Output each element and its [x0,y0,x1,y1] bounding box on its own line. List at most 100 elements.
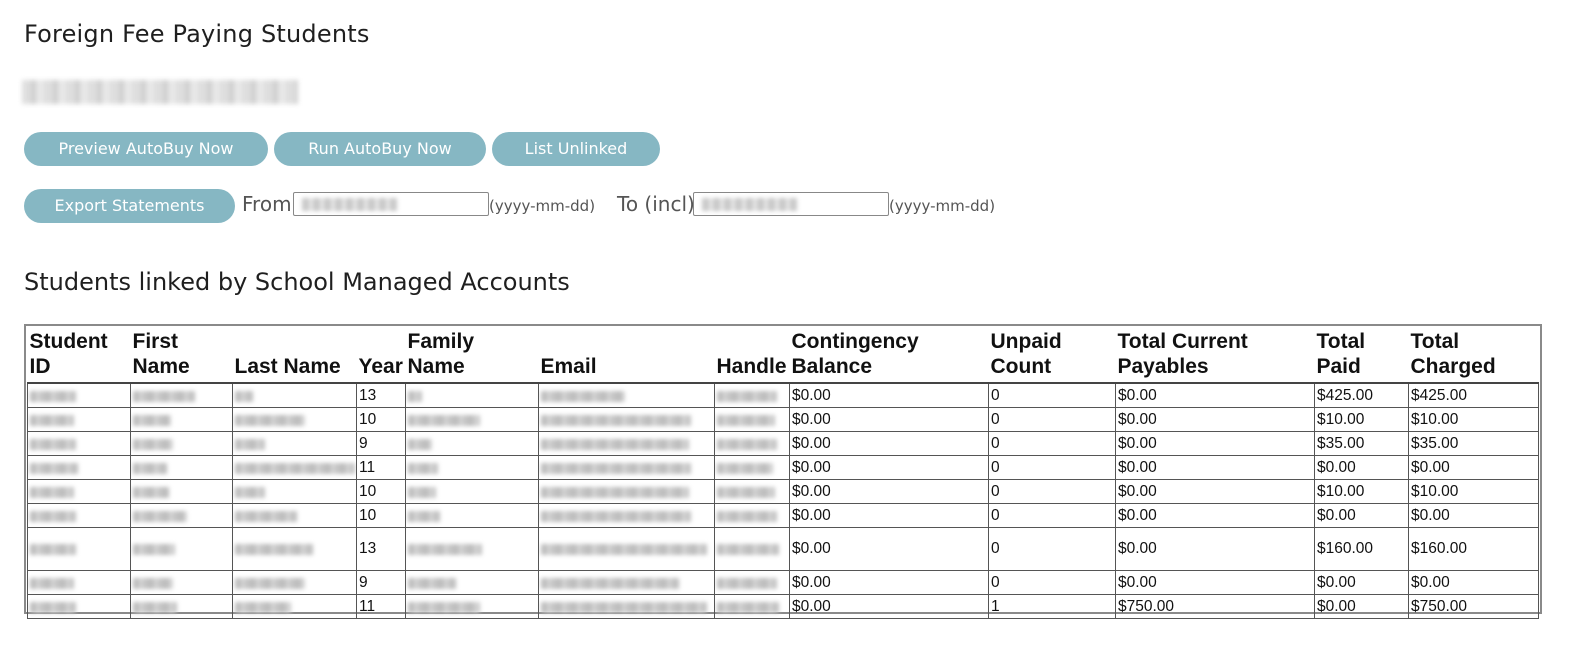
cell-first-name-redacted [130,570,233,595]
cell-total-current-payables: $750.00 [1115,594,1315,619]
header-year: Year [356,327,406,384]
cell-year: 11 [356,594,406,619]
redacted-text [235,486,265,498]
cell-email-redacted [538,594,715,619]
cell-handle-redacted [714,479,790,504]
cell-first-name-redacted [130,382,233,408]
redacted-text [541,486,689,498]
redacted-text [133,577,173,589]
cell-total-current-payables: $0.00 [1115,455,1315,480]
cell-unpaid-count: 0 [988,431,1116,456]
redacted-text [133,510,187,522]
redacted-text [717,601,779,613]
cell-family-name-redacted [405,503,539,528]
from-date-input[interactable] [294,193,488,215]
cell-year: 11 [356,455,406,480]
preview-autobuy-button[interactable]: Preview AutoBuy Now [24,132,268,166]
cell-year: 13 [356,382,406,408]
cell-year: 10 [356,503,406,528]
cell-contingency-balance: $0.00 [789,407,989,432]
redacted-text [30,601,76,613]
cell-unpaid-count: 1 [988,594,1116,619]
redacted-text [133,438,173,450]
cell-year: 13 [356,527,406,571]
redacted-text [30,462,78,474]
cell-handle-redacted [714,570,790,595]
cell-last-name-redacted [232,527,357,571]
cell-first-name-redacted [130,479,233,504]
school-name-redacted [22,80,298,104]
redacted-text [235,438,265,450]
table-row: 10 $0.00 0 $0.00 $0.00 $0.00 [27,503,1539,528]
header-student-id: Student ID [27,327,131,384]
table-header-row: Student ID First Name Last Name Year Family … [27,327,1539,384]
redacted-text [235,601,291,613]
export-statements-button[interactable]: Export Statements [24,189,235,223]
redacted-text [408,438,432,450]
cell-last-name-redacted [232,382,357,408]
cell-total-paid: $0.00 [1314,503,1409,528]
redacted-text [408,462,438,474]
cell-year: 10 [356,407,406,432]
redacted-text [408,390,422,402]
cell-unpaid-count: 0 [988,503,1116,528]
redacted-text [541,414,691,426]
header-family-name: Family Name [405,327,539,384]
redacted-text [30,438,76,450]
redacted-text [235,414,305,426]
redacted-text [717,510,777,522]
run-autobuy-button[interactable]: Run AutoBuy Now [274,132,486,166]
redacted-text [235,510,297,522]
cell-family-name-redacted [405,455,539,480]
table-row: 10 $0.00 0 $0.00 $10.00 $10.00 [27,407,1539,432]
cell-last-name-redacted [232,455,357,480]
redacted-text [541,543,707,555]
header-total-charged: Total Charged [1408,327,1539,384]
cell-total-current-payables: $0.00 [1115,527,1315,571]
redacted-text [133,486,169,498]
cell-unpaid-count: 0 [988,479,1116,504]
to-date-format-hint: (yyyy-mm-dd) [889,197,996,215]
header-handle: Handle [714,327,790,384]
redacted-text [235,543,313,555]
to-date-field[interactable] [693,192,889,216]
redacted-text [408,486,436,498]
cell-first-name-redacted [130,455,233,480]
cell-year: 9 [356,570,406,595]
cell-total-current-payables: $0.00 [1115,570,1315,595]
redacted-text [717,438,777,450]
to-date-input[interactable] [694,193,888,215]
from-date-field[interactable] [293,192,489,216]
cell-student-id-redacted [27,594,131,619]
header-total-paid: Total Paid [1314,327,1409,384]
cell-first-name-redacted [130,503,233,528]
cell-handle-redacted [714,382,790,408]
redacted-text [30,510,76,522]
cell-student-id-redacted [27,455,131,480]
cell-contingency-balance: $0.00 [789,431,989,456]
cell-student-id-redacted [27,503,131,528]
cell-year: 9 [356,431,406,456]
redacted-text [541,510,691,522]
cell-year: 10 [356,479,406,504]
redacted-text [717,462,773,474]
cell-contingency-balance: $0.00 [789,527,989,571]
cell-contingency-balance: $0.00 [789,503,989,528]
cell-family-name-redacted [405,431,539,456]
cell-student-id-redacted [27,570,131,595]
cell-total-paid: $425.00 [1314,382,1409,408]
table-row: 13 $0.00 0 $0.00 $160.00 $160.00 [27,527,1539,571]
list-unlinked-button[interactable]: List Unlinked [492,132,660,166]
redacted-text [133,601,177,613]
cell-total-paid: $10.00 [1314,479,1409,504]
cell-email-redacted [538,503,715,528]
cell-family-name-redacted [405,407,539,432]
cell-student-id-redacted [27,527,131,571]
cell-contingency-balance: $0.00 [789,594,989,619]
cell-total-current-payables: $0.00 [1115,431,1315,456]
cell-total-charged: $0.00 [1408,570,1539,595]
cell-total-charged: $10.00 [1408,407,1539,432]
cell-total-current-payables: $0.00 [1115,382,1315,408]
cell-student-id-redacted [27,382,131,408]
redacted-text [30,414,74,426]
